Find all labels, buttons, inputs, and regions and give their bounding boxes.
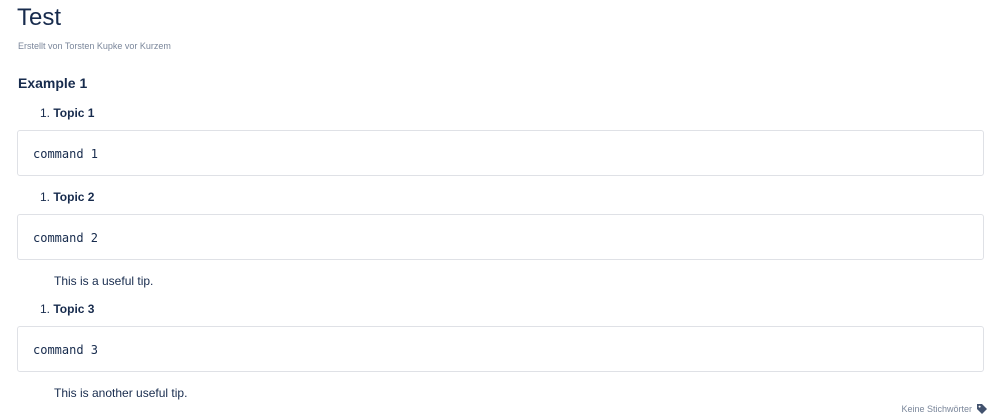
list-item-topic-1: 1. Topic 1 xyxy=(40,105,94,121)
section-heading: Example 1 xyxy=(18,75,88,91)
code-block-3[interactable]: command 3 xyxy=(17,326,984,372)
code-block-2[interactable]: command 2 xyxy=(17,214,984,260)
labels-text[interactable]: Keine Stichwörter xyxy=(901,402,972,416)
code-block-1[interactable]: command 1 xyxy=(17,130,984,176)
page-byline: Erstellt von Torsten Kupke vor Kurzem xyxy=(18,41,171,51)
list-item-topic-3: 1. Topic 3 xyxy=(40,301,94,317)
list-item-topic-2: 1. Topic 2 xyxy=(40,189,94,205)
tag-icon[interactable] xyxy=(976,403,988,415)
list-number: 1. xyxy=(40,106,51,120)
code-text[interactable]: command 3 xyxy=(33,342,98,358)
topic-label: Topic 1 xyxy=(53,106,95,120)
tip-text-2: This is another useful tip. xyxy=(54,386,188,400)
list-number: 1. xyxy=(40,302,51,316)
topic-label: Topic 2 xyxy=(53,190,95,204)
code-text[interactable]: command 2 xyxy=(33,230,98,246)
tip-text-1: This is a useful tip. xyxy=(54,274,154,288)
page-title: Test xyxy=(17,4,62,31)
topic-label: Topic 3 xyxy=(53,302,95,316)
page-labels[interactable]: Keine Stichwörter xyxy=(901,402,988,416)
code-text[interactable]: command 1 xyxy=(33,146,98,162)
page-content: Test Erstellt von Torsten Kupke vor Kurz… xyxy=(0,0,998,417)
list-number: 1. xyxy=(40,190,51,204)
